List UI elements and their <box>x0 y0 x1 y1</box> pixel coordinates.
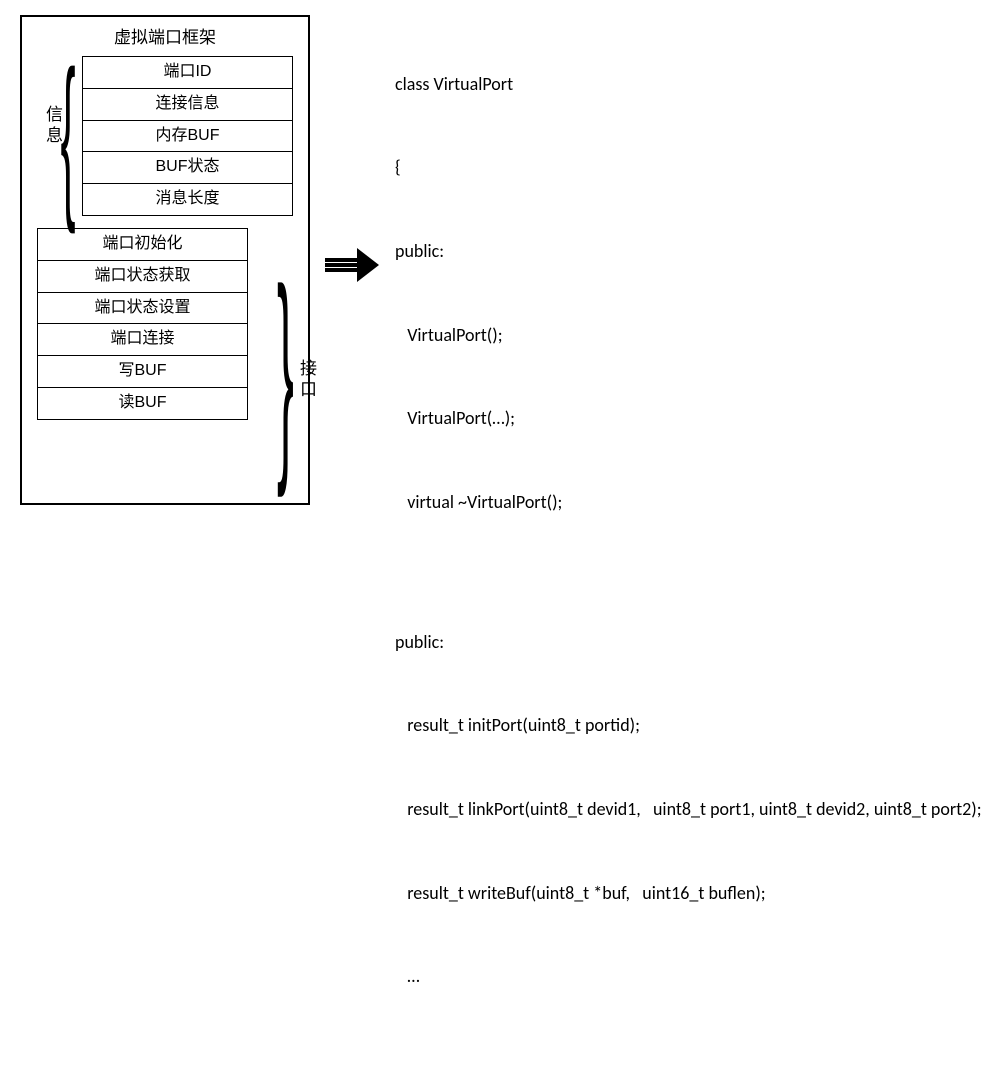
api-section-label: 接口 <box>294 359 319 401</box>
code-line: public: <box>395 238 982 266</box>
diagram-panel: 虚拟端口框架 { 信息 端口ID 连接信息 内存BUF BUF状态 消息长度 端… <box>20 15 330 515</box>
info-section-label: 信息 <box>40 105 65 147</box>
code-line: result_t linkPort(uint8_t devid1, uint8_… <box>395 796 982 824</box>
framework-box: 虚拟端口框架 { 信息 端口ID 连接信息 内存BUF BUF状态 消息长度 端… <box>20 15 310 505</box>
api-cell: 写BUF <box>38 356 247 388</box>
code-line: result_t initPort(uint8_t portid); <box>395 712 982 740</box>
code-line: VirtualPort(…); <box>395 405 982 433</box>
api-cell: 读BUF <box>38 388 247 419</box>
code-line: result_t writeBuf(uint8_t *buf, uint16_t… <box>395 880 982 908</box>
code-line: … <box>395 963 982 991</box>
code-block: class VirtualPort { public: VirtualPort(… <box>395 15 982 1066</box>
info-group-box: 端口ID 连接信息 内存BUF BUF状态 消息长度 <box>82 56 293 216</box>
api-cell: 端口状态获取 <box>38 261 247 293</box>
brace-right-icon: } <box>277 255 294 485</box>
info-cell: 端口ID <box>83 57 292 89</box>
code-line: class VirtualPort <box>395 71 982 99</box>
api-cell: 端口连接 <box>38 324 247 356</box>
info-cell: 消息长度 <box>83 184 292 215</box>
code-line: { <box>395 154 982 182</box>
info-cell: 连接信息 <box>83 89 292 121</box>
api-group-box: 端口初始化 端口状态获取 端口状态设置 端口连接 写BUF 读BUF <box>37 228 248 420</box>
code-line: virtual ~VirtualPort(); <box>395 489 982 517</box>
arrow-icon <box>325 250 380 280</box>
code-line: VirtualPort(); <box>395 322 982 350</box>
info-cell: BUF状态 <box>83 152 292 184</box>
api-cell: 端口状态设置 <box>38 293 247 325</box>
code-line: public: <box>395 629 982 657</box>
info-cell: 内存BUF <box>83 121 292 153</box>
